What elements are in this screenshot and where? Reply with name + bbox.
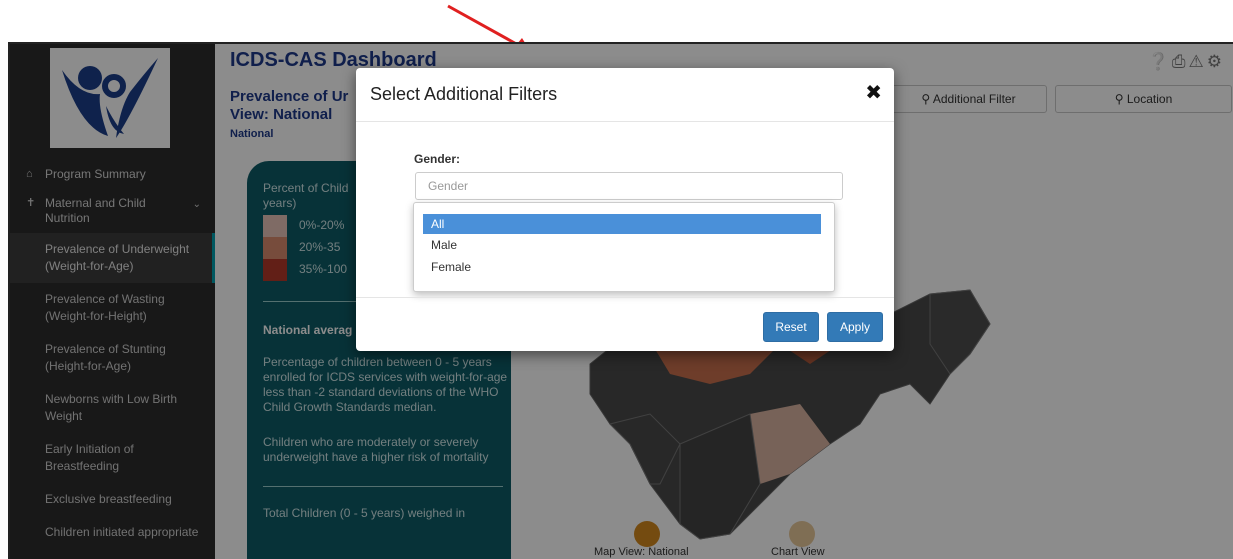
apply-button[interactable]: Apply <box>827 312 883 342</box>
dashboard-frame: ⌂ Program Summary ✝ Maternal and Child N… <box>8 42 1233 559</box>
gender-option-all[interactable]: All <box>423 214 821 234</box>
modal-title: Select Additional Filters <box>370 84 558 104</box>
gender-label: Gender: <box>414 152 461 166</box>
reset-button[interactable]: Reset <box>763 312 819 342</box>
modal-footer <box>356 297 894 298</box>
close-icon[interactable]: ✖ <box>865 80 882 105</box>
gender-dropdown-list: All Male Female <box>413 202 835 292</box>
gender-placeholder: Gender <box>428 179 469 193</box>
modal-header: Select Additional Filters ✖ <box>356 68 894 122</box>
gender-option-female[interactable]: Female <box>423 257 821 277</box>
additional-filters-modal: Select Additional Filters ✖ Gender: Gend… <box>356 68 894 351</box>
gender-select[interactable]: Gender <box>415 172 843 200</box>
gender-option-male[interactable]: Male <box>423 235 821 255</box>
